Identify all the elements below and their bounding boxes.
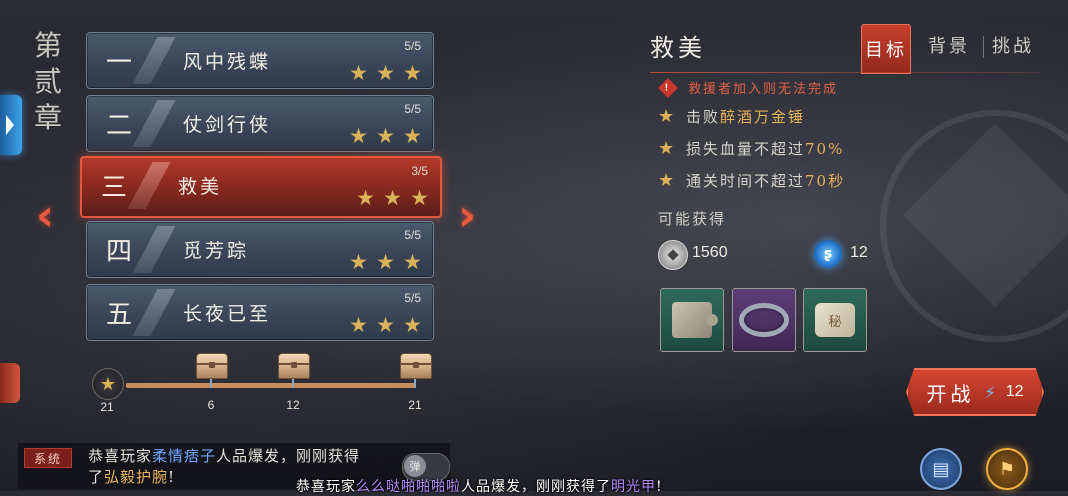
tab-background[interactable]: 背景 — [928, 32, 970, 58]
star-icon: ★ — [376, 250, 395, 274]
warning-icon: ! — [658, 77, 678, 98]
level-stars: ★ ★ ★ — [348, 252, 423, 273]
star-icon: ★ — [349, 313, 368, 337]
star-icon: ★ — [403, 124, 422, 148]
star-total-count: 21 — [100, 400, 114, 414]
tab-challenge[interactable]: 挑战 — [992, 32, 1034, 58]
star-icon: ★ — [403, 250, 422, 274]
chapter-expand-tab[interactable] — [0, 95, 22, 155]
level-item[interactable]: 一风中残蝶 5/5 ★ ★ ★ — [86, 32, 434, 89]
star-icon: ★ — [349, 250, 368, 274]
chat-channel-badge: 系统 — [24, 448, 72, 468]
objective-row: ★ 损失血量不超过70% — [658, 138, 844, 159]
level-stars: ★ ★ ★ — [348, 63, 423, 84]
milestone-label: 12 — [286, 398, 300, 412]
side-menu-tab[interactable] — [0, 363, 20, 403]
chat-message-line: 了弘毅护腕! — [88, 468, 176, 486]
level-progress: 5/5 — [404, 39, 421, 53]
stamina-bolt-icon: ⚡ — [984, 382, 996, 402]
scroll-fragment-icon: 秘 — [815, 303, 855, 337]
tab-objectives[interactable]: 目标 — [861, 24, 911, 74]
reward-item-slot[interactable]: 秘 — [803, 288, 867, 352]
puzzle-fragment-icon — [672, 302, 718, 338]
level-item[interactable]: 二仗剑行侠 5/5 ★ ★ ★ — [86, 95, 434, 152]
star-icon: ★ — [403, 61, 422, 85]
milestone-tick — [414, 379, 416, 388]
chapter-title: 第贰章 — [34, 29, 65, 134]
silver-coin-icon — [658, 240, 688, 270]
level-stars: ★ ★ ★ — [348, 315, 423, 336]
star-icon: ★ — [403, 313, 422, 337]
star-icon: ★ — [349, 124, 368, 148]
quest-log-button[interactable]: ▤ — [920, 448, 962, 490]
warning-text: 救援者加入则无法完成 — [688, 82, 839, 97]
silver-coin-amount: 1560 — [692, 244, 728, 261]
treasure-chest-icon[interactable] — [196, 353, 228, 379]
star-icon: ★ — [376, 124, 395, 148]
reward-item-slot[interactable] — [660, 288, 724, 352]
level-progress: 3/5 — [411, 164, 428, 178]
level-progress: 5/5 — [404, 102, 421, 116]
objective-row: ★ 通关时间不超过70秒 — [658, 170, 845, 191]
milestone-label: 6 — [207, 398, 215, 412]
treasure-chest-icon[interactable] — [400, 353, 432, 379]
panel-divider — [650, 72, 1040, 73]
level-item[interactable]: 三救美 3/5 ★ ★ ★ — [80, 156, 442, 218]
objective-warning: ! 救援者加入则无法完成 — [658, 77, 839, 98]
reward-item-slot[interactable] — [732, 288, 796, 352]
milestone-tick — [292, 379, 294, 388]
level-name: 风中残蝶 — [183, 51, 272, 73]
treasure-chest-icon[interactable] — [278, 353, 310, 379]
level-item[interactable]: 五长夜已至 5/5 ★ ★ ★ — [86, 284, 434, 341]
objective-star-icon: ★ — [658, 137, 677, 159]
objective-row: ★ 击败醉酒万金锤 — [658, 106, 805, 127]
banner-icon: ⚑ — [998, 458, 1016, 480]
star-icon: ★ — [376, 313, 395, 337]
scroll-icon: ▤ — [932, 458, 950, 480]
star-icon: ★ — [383, 186, 402, 210]
stage-title: 救美 — [650, 34, 706, 62]
objective-text: 损失血量不超过70% — [686, 140, 845, 158]
level-name: 长夜已至 — [183, 303, 272, 325]
start-battle-button[interactable]: 开战 ⚡ 12 — [906, 368, 1044, 416]
star-icon: ★ — [356, 186, 375, 210]
next-chapter-arrow[interactable]: › — [458, 194, 480, 240]
objective-star-icon: ★ — [658, 169, 677, 191]
banner-reward-button[interactable]: ⚑ — [986, 448, 1028, 490]
spirit-orb-amount: 12 — [850, 244, 868, 261]
objective-text: 击败醉酒万金锤 — [686, 108, 806, 126]
level-stars: ★ ★ ★ — [355, 188, 430, 209]
start-battle-label: 开战 — [926, 381, 975, 406]
level-progress: 5/5 — [404, 228, 421, 242]
chat-message-line: 恭喜玩家柔情痞子人品爆发，刚刚获得 — [88, 447, 361, 465]
bracelet-icon — [739, 303, 789, 337]
objective-text: 通关时间不超过70秒 — [686, 172, 846, 190]
rewards-label: 可能获得 — [658, 210, 727, 228]
spirit-orb-icon: ʂ — [814, 240, 842, 268]
level-item[interactable]: 四觅芳踪 5/5 ★ ★ ★ — [86, 221, 434, 278]
star-total-icon: ★ — [92, 368, 124, 400]
level-name: 救美 — [178, 176, 223, 198]
tab-divider — [983, 36, 984, 58]
objective-star-icon: ★ — [658, 105, 677, 127]
star-icon: ★ — [410, 186, 429, 210]
danmaku-toggle-knob[interactable]: 弹 — [404, 455, 426, 477]
star-icon: ★ — [376, 61, 395, 85]
level-name: 觅芳踪 — [183, 240, 250, 262]
level-name: 仗剑行侠 — [183, 114, 272, 136]
milestone-label: 21 — [408, 398, 422, 412]
battle-stamina-cost: 12 — [1005, 383, 1024, 400]
milestone-tick — [210, 379, 212, 388]
danmaku-message: 恭喜玩家么么哒啪啪啪啦人品爆发，刚刚获得了明光甲! — [296, 479, 663, 495]
star-icon: ★ — [349, 61, 368, 85]
level-stars: ★ ★ ★ — [348, 126, 423, 147]
level-progress: 5/5 — [404, 291, 421, 305]
star-progress-track — [126, 383, 416, 388]
prev-chapter-arrow[interactable]: ‹ — [36, 194, 58, 240]
